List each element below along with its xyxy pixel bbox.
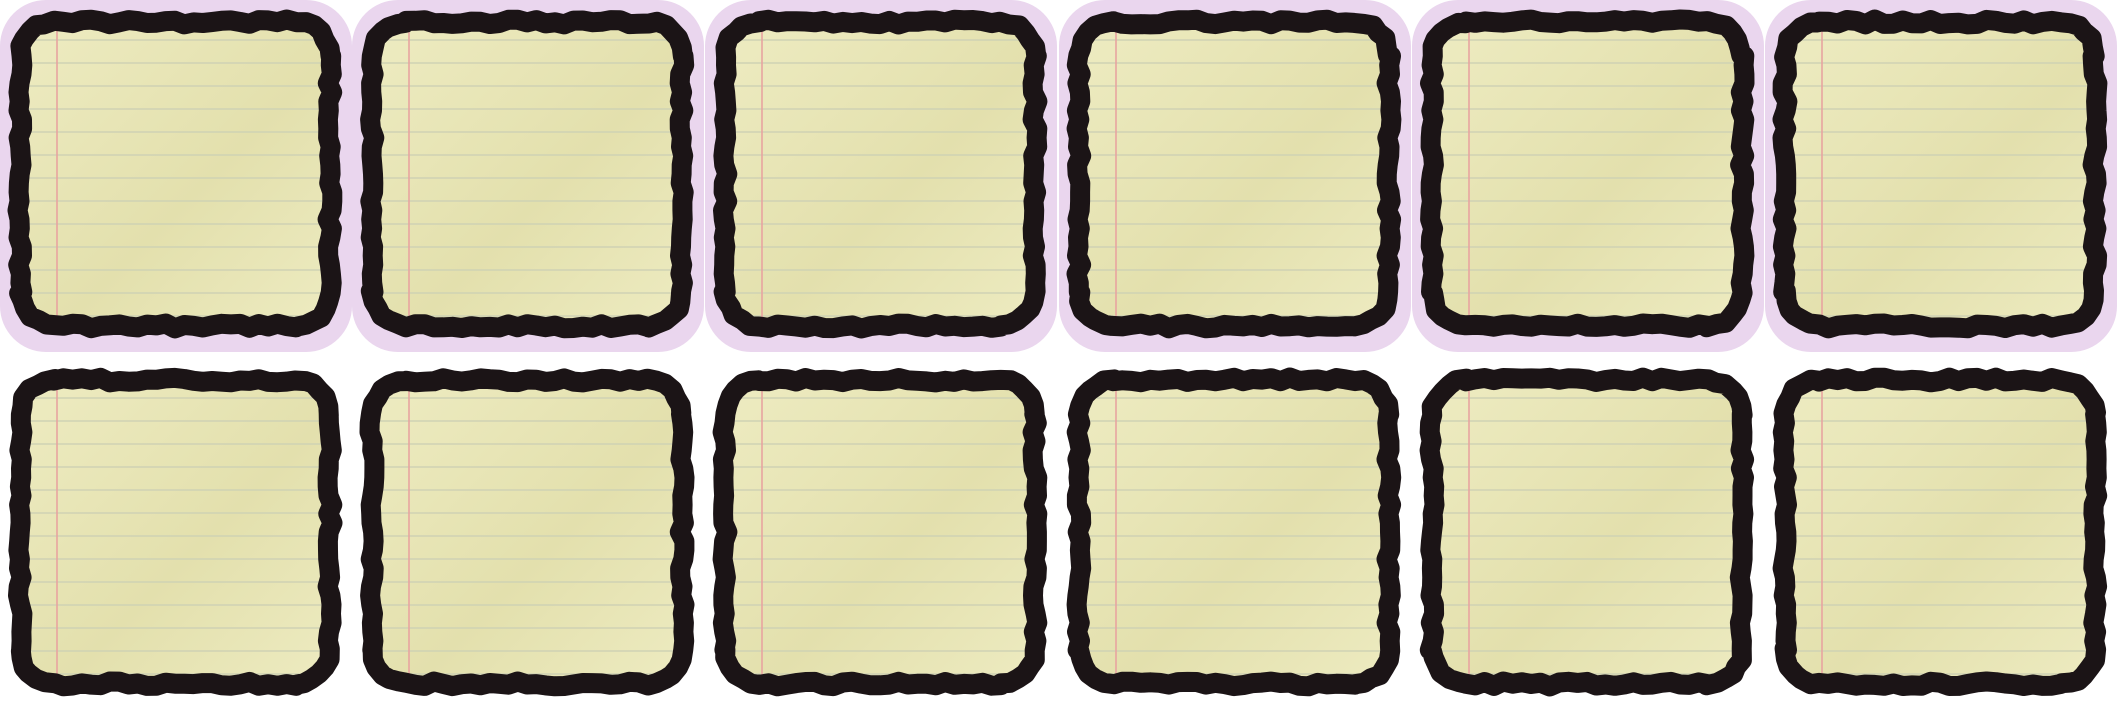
lined-note-paper-icon — [8, 367, 343, 697]
sticker-sheet — [0, 0, 2118, 710]
lined-note-paper-icon — [1066, 367, 1402, 697]
lined-note-paper-icon — [7, 9, 343, 339]
sticker-tile[interactable] — [0, 0, 352, 352]
sticker-tile[interactable] — [1412, 358, 1764, 710]
sticker-tile[interactable] — [1059, 358, 1411, 710]
sticker-tile[interactable] — [1765, 0, 2117, 352]
sticker-tile[interactable] — [1765, 358, 2117, 710]
lined-note-paper-icon — [1420, 9, 1755, 338]
lined-note-paper-icon — [1066, 9, 1402, 339]
lined-note-paper-icon — [1419, 367, 1755, 697]
sticker-tile[interactable] — [352, 0, 704, 352]
lined-note-paper-icon — [1772, 367, 2108, 696]
sticker-tile[interactable] — [1412, 0, 1764, 352]
lined-note-paper-icon — [713, 9, 1048, 339]
sticker-tile[interactable] — [352, 358, 704, 710]
lined-note-paper-icon — [359, 368, 695, 697]
sticker-tile[interactable] — [705, 358, 1057, 710]
sticker-tile[interactable] — [705, 0, 1057, 352]
sticker-tile[interactable] — [0, 358, 352, 710]
lined-note-paper-icon — [360, 9, 695, 339]
lined-note-paper-icon — [712, 368, 1048, 697]
sticker-tile[interactable] — [1059, 0, 1411, 352]
lined-note-paper-icon — [1772, 9, 2108, 339]
